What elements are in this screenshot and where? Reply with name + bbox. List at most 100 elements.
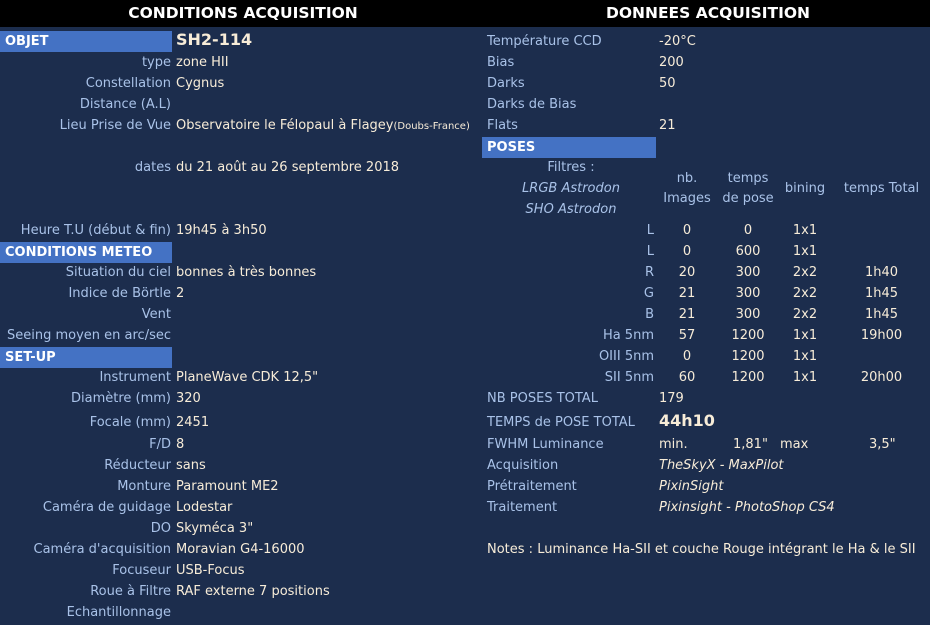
acq-label: Acquisition [487, 458, 559, 473]
bortle-label: Indice de Börtle [68, 286, 171, 301]
seeing-label: Seeing moyen en arc/sec [6, 328, 171, 343]
pose-total: 20h00 [860, 370, 903, 385]
temp-value: -20°C [659, 34, 696, 49]
lieu-label: Lieu Prise de Vue [59, 118, 171, 133]
pose-total: 1h45 [864, 286, 899, 301]
pose-total: 1h45 [864, 307, 899, 322]
setup-value: USB-Focus [176, 563, 245, 578]
pre-value: PixinSight [659, 479, 724, 494]
vent-label: Vent [141, 307, 171, 322]
section-setup: SET-UP [0, 347, 172, 368]
dates-value: du 21 août au 26 septembre 2018 [176, 160, 400, 175]
pose-bining: 1x1 [792, 370, 818, 385]
pose-duration: 600 [735, 244, 761, 259]
setup-value: PlaneWave CDK 12,5" [176, 370, 319, 385]
nb-total-value: 179 [659, 391, 684, 406]
pose-nb: 0 [682, 223, 692, 238]
acq-value: TheSkyX - MaxPilot [659, 458, 784, 473]
trait-value: Pixinsight - PhotoShop CS4 [659, 500, 835, 515]
section-meteo: CONDITIONS METEO [0, 242, 172, 263]
pose-nb: 21 [678, 307, 696, 322]
pose-bining: 2x2 [792, 307, 818, 322]
fwhm-min-value: 1,81" [733, 437, 768, 452]
pose-bining: 1x1 [792, 223, 818, 238]
pose-duration: 1200 [731, 349, 765, 364]
setup-label: F/D [149, 437, 171, 452]
notes: Notes : Luminance Ha-SII et couche Rouge… [487, 542, 916, 557]
col-nb-1: nb. [676, 171, 698, 186]
pose-nb: 57 [678, 328, 696, 343]
setup-label: DO [150, 521, 171, 536]
distance-label: Distance (A.L) [79, 97, 171, 112]
setup-value: 320 [176, 391, 201, 406]
bias-label: Bias [487, 55, 515, 70]
pose-bining: 1x1 [792, 328, 818, 343]
setup-label: Monture [117, 479, 171, 494]
lieu-text: Observatoire le Félopaul à Flagey [176, 118, 394, 133]
col-bining: bining [784, 181, 826, 196]
pose-bining: 1x1 [792, 244, 818, 259]
col-temps-2: de pose [722, 191, 774, 206]
pose-nb: 0 [682, 244, 692, 259]
setup-label: Caméra de guidage [42, 500, 171, 515]
pose-total: 1h40 [864, 265, 899, 280]
pose-filter: G [643, 286, 654, 301]
pose-bining: 2x2 [792, 286, 818, 301]
setup-label: Réducteur [104, 458, 171, 473]
temp-label: Température CCD [487, 34, 602, 49]
ciel-label: Situation du ciel [65, 265, 171, 280]
setup-label: Echantillonnage [66, 605, 171, 620]
pose-duration: 300 [735, 307, 761, 322]
section-poses: POSES [482, 137, 656, 158]
setup-label: Diamètre (mm) [70, 391, 171, 406]
type-label: type [141, 55, 171, 70]
pose-nb: 20 [678, 265, 696, 280]
nb-total-label: NB POSES TOTAL [487, 391, 598, 406]
fwhm-min-label: min. [659, 437, 688, 452]
filtres-label: Filtres : [547, 160, 595, 175]
fwhm-max-label: max [780, 437, 809, 452]
setup-value: RAF externe 7 positions [176, 584, 330, 599]
header-conditions: CONDITIONS ACQUISITION [0, 0, 486, 27]
bortle-value: 2 [176, 286, 185, 301]
bias-value: 200 [659, 55, 684, 70]
pre-label: Prétraitement [487, 479, 577, 494]
fwhm-label: FWHM Luminance [487, 437, 604, 452]
pose-bining: 2x2 [792, 265, 818, 280]
constellation-value: Cygnus [176, 76, 225, 91]
flats-label: Flats [487, 118, 518, 133]
col-nb-2: Images [663, 191, 711, 206]
fwhm-max-value: 3,5" [869, 437, 896, 452]
acquisition-sheet: CONDITIONS ACQUISITION DONNEES ACQUISITI… [0, 0, 930, 625]
heure-label: Heure T.U (début & fin) [20, 223, 171, 238]
darks-value: 50 [659, 76, 676, 91]
setup-value: Paramount ME2 [176, 479, 279, 494]
header-donnees: DONNEES ACQUISITION [486, 0, 930, 27]
darks-label: Darks [487, 76, 525, 91]
pose-nb: 0 [682, 349, 692, 364]
setup-value: Skyméca 3" [176, 521, 254, 536]
col-total: temps Total [843, 181, 920, 196]
pose-nb: 60 [678, 370, 696, 385]
ciel-value: bonnes à très bonnes [176, 265, 317, 280]
dates-label: dates [134, 160, 171, 175]
lieu-suffix: (Doubs-France) [393, 121, 470, 132]
flats-value: 21 [659, 118, 676, 133]
temps-total-value: 44h10 [659, 411, 715, 430]
setup-label: Caméra d'acquisition [33, 542, 171, 557]
pose-duration: 300 [735, 265, 761, 280]
pose-filter: B [645, 307, 654, 322]
pose-filter: Ha 5nm [602, 328, 654, 343]
setup-value: Moravian G4-16000 [176, 542, 305, 557]
temps-total-label: TEMPS de POSE TOTAL [487, 415, 635, 430]
heure-value: 19h45 à 3h50 [176, 223, 267, 238]
constellation-label: Constellation [85, 76, 171, 91]
pose-duration: 0 [743, 223, 753, 238]
setup-label: Focuseur [112, 563, 171, 578]
filtre-lrgb: LRGB Astrodon [522, 181, 620, 196]
setup-value: sans [176, 458, 206, 473]
pose-total: 19h00 [860, 328, 903, 343]
section-objet: OBJET [0, 31, 172, 52]
col-temps-1: temps [727, 171, 769, 186]
setup-label: Roue à Filtre [90, 584, 171, 599]
